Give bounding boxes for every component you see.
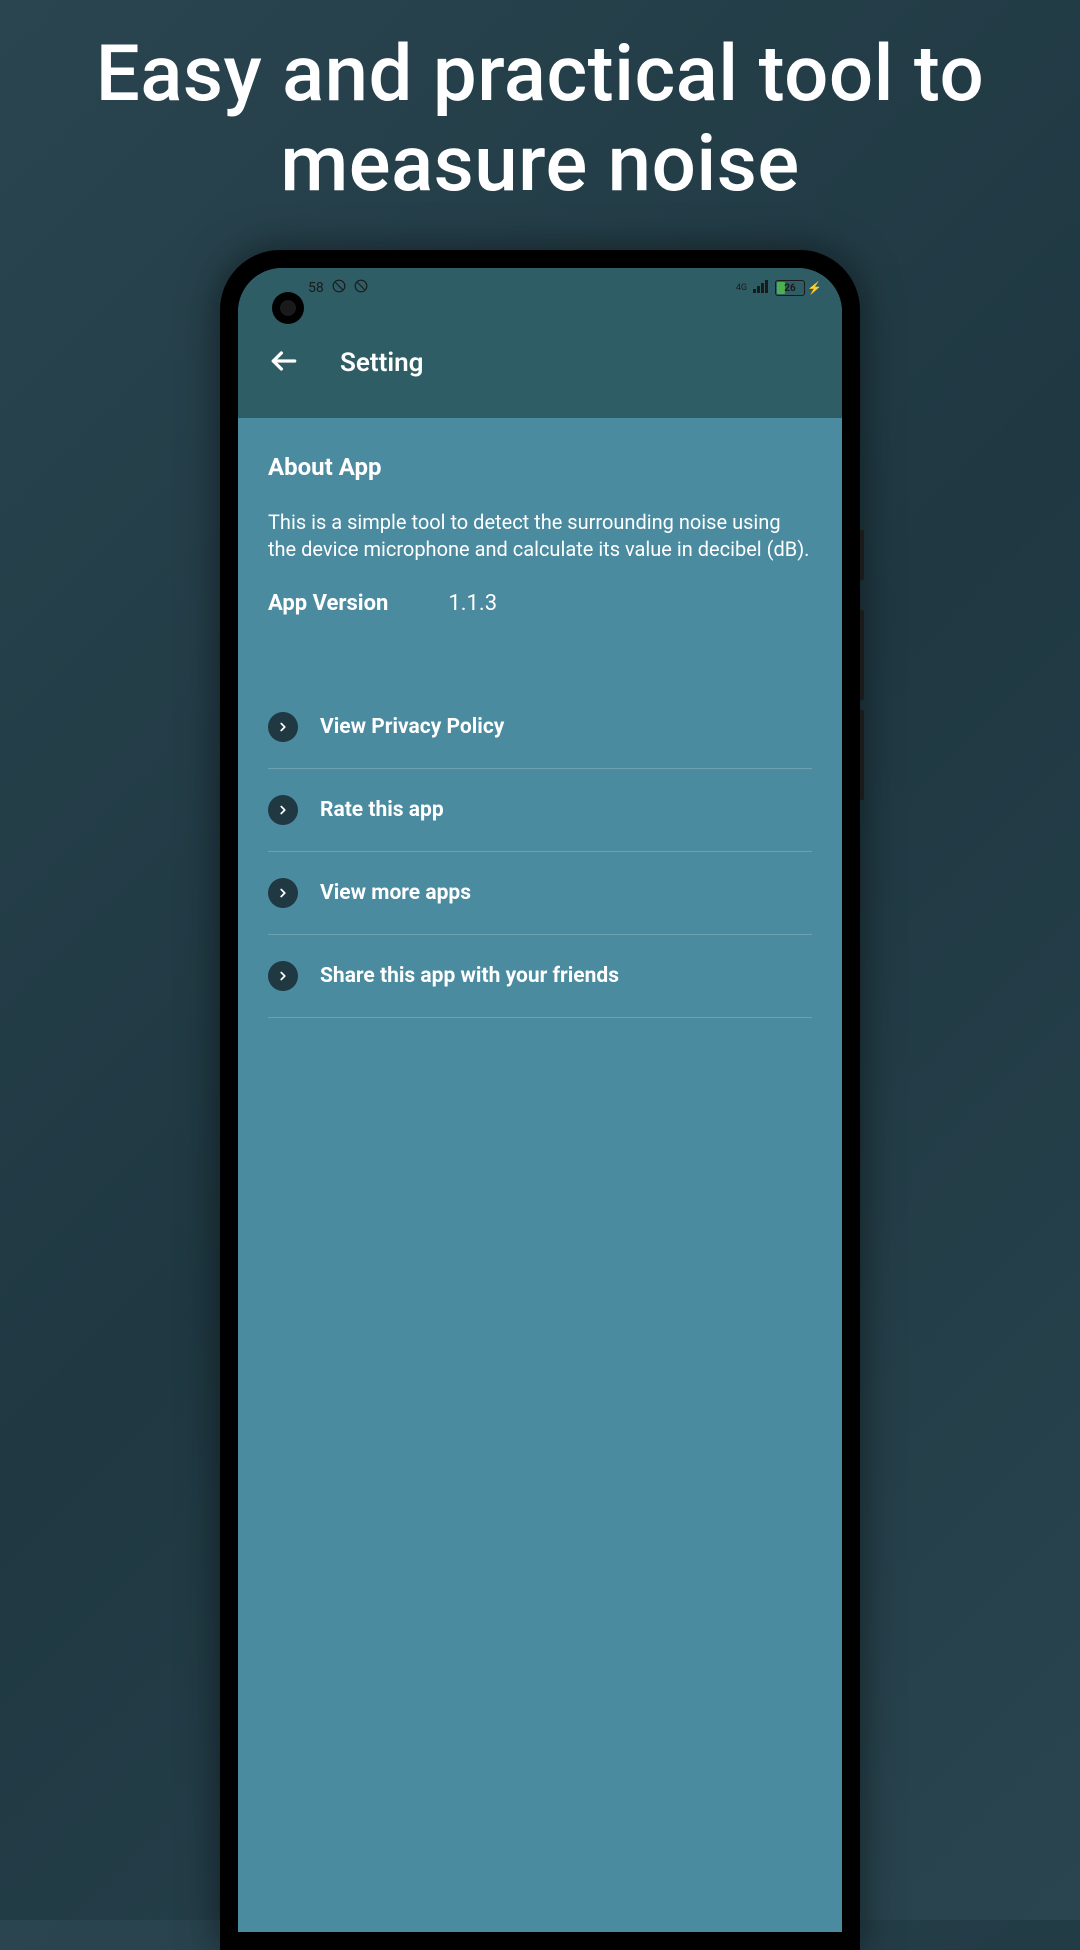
dnd-icon [354, 279, 368, 297]
menu-item-label: Share this app with your friends [320, 964, 619, 988]
about-description: This is a simple tool to detect the surr… [268, 509, 812, 563]
menu-item-label: View more apps [320, 881, 471, 905]
menu-item-privacy-policy[interactable]: View Privacy Policy [268, 686, 812, 769]
version-value: 1.1.3 [448, 591, 497, 616]
menu-list: View Privacy Policy Rate this app View m… [268, 686, 812, 1018]
header-title: Setting [340, 348, 423, 378]
phone-side-button [860, 610, 864, 700]
menu-item-share-app[interactable]: Share this app with your friends [268, 935, 812, 1018]
battery-percent: 26 [784, 283, 795, 294]
version-row: App Version 1.1.3 [268, 591, 812, 616]
about-section-title: About App [268, 453, 812, 481]
signal-icon [753, 279, 769, 297]
status-time: 58 [308, 280, 324, 296]
menu-item-label: View Privacy Policy [320, 715, 504, 739]
promo-title: Easy and practical tool to measure noise [0, 0, 1080, 229]
camera-cutout [272, 292, 304, 324]
phone-inner: 58 4G 26 [232, 262, 848, 1938]
chevron-right-icon [268, 961, 298, 991]
phone-screen: 58 4G 26 [238, 268, 842, 1932]
menu-item-more-apps[interactable]: View more apps [268, 852, 812, 935]
app-header: Setting [238, 308, 842, 418]
status-left: 58 [308, 279, 368, 297]
chevron-right-icon [268, 712, 298, 742]
status-right: 4G 26 ⚡ [736, 279, 822, 297]
phone-frame: 58 4G 26 [220, 250, 860, 1950]
content-area: About App This is a simple tool to detec… [238, 418, 842, 1053]
chevron-right-icon [268, 878, 298, 908]
back-arrow-icon[interactable] [268, 345, 300, 381]
dnd-icon [332, 279, 346, 297]
phone-side-button [860, 710, 864, 800]
menu-item-rate-app[interactable]: Rate this app [268, 769, 812, 852]
status-bar: 58 4G 26 [238, 268, 842, 308]
network-type: 4G [736, 283, 747, 293]
phone-side-button [860, 530, 864, 580]
battery-indicator: 26 ⚡ [775, 280, 822, 296]
version-label: App Version [268, 591, 388, 616]
menu-item-label: Rate this app [320, 798, 444, 822]
charging-icon: ⚡ [807, 281, 822, 295]
chevron-right-icon [268, 795, 298, 825]
